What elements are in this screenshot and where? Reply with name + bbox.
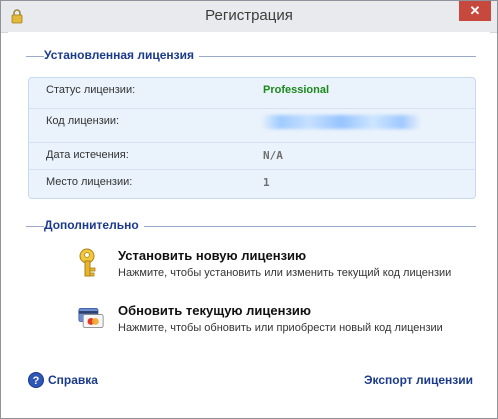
dialog-content: Установленная лицензия Статус лицензии: … [8,32,490,412]
license-row-expiry: Дата истечения: N/A [29,142,475,169]
license-row-seat: Место лицензии: 1 [29,169,475,196]
additional-title: Дополнительно [44,218,144,232]
installed-license-header: Установленная лицензия [26,48,476,64]
license-row-key: Код лицензии: [29,108,475,135]
help-label[interactable]: Справка [48,373,98,387]
license-status-label: Статус лицензии: [46,84,136,96]
window-title: Регистрация [205,7,293,24]
license-seat-label: Место лицензии: [46,176,133,188]
license-expiry-label: Дата истечения: [46,149,129,161]
key-icon [79,248,96,277]
help-icon: ? [28,372,44,388]
license-expiry-value: N/A [263,149,283,162]
svg-text:?: ? [33,375,40,387]
license-status-value: Professional [263,84,330,96]
install-license-action[interactable]: Установить новую лицензию Нажмите, чтобы… [78,248,478,284]
renew-license-action[interactable]: Обновить текущую лицензию Нажмите, чтобы… [78,303,478,339]
title-bar[interactable]: Регистрация ✕ [1,1,497,33]
license-key-label: Код лицензии: [46,115,120,127]
installed-license-title: Установленная лицензия [44,48,200,62]
license-key-value-redacted [261,115,421,129]
license-info-panel: Статус лицензии: Professional Код лиценз… [28,77,476,199]
renew-license-desc: Нажмите, чтобы обновить или приобрести н… [118,322,443,334]
renew-license-link[interactable]: Обновить текущую лицензию [118,303,311,318]
install-license-desc: Нажмите, чтобы установить или изменить т… [118,267,452,279]
registration-window: Регистрация ✕ Установленная лицензия Ста… [0,0,498,419]
additional-header: Дополнительно [26,218,476,234]
install-license-link[interactable]: Установить новую лицензию [118,248,306,263]
license-row-status: Статус лицензии: Professional [29,78,475,104]
license-seat-value: 1 [263,176,270,189]
close-button[interactable]: ✕ [459,1,491,21]
credit-card-icon [78,308,104,328]
export-license-button[interactable]: Экспорт лицензии [364,373,473,387]
